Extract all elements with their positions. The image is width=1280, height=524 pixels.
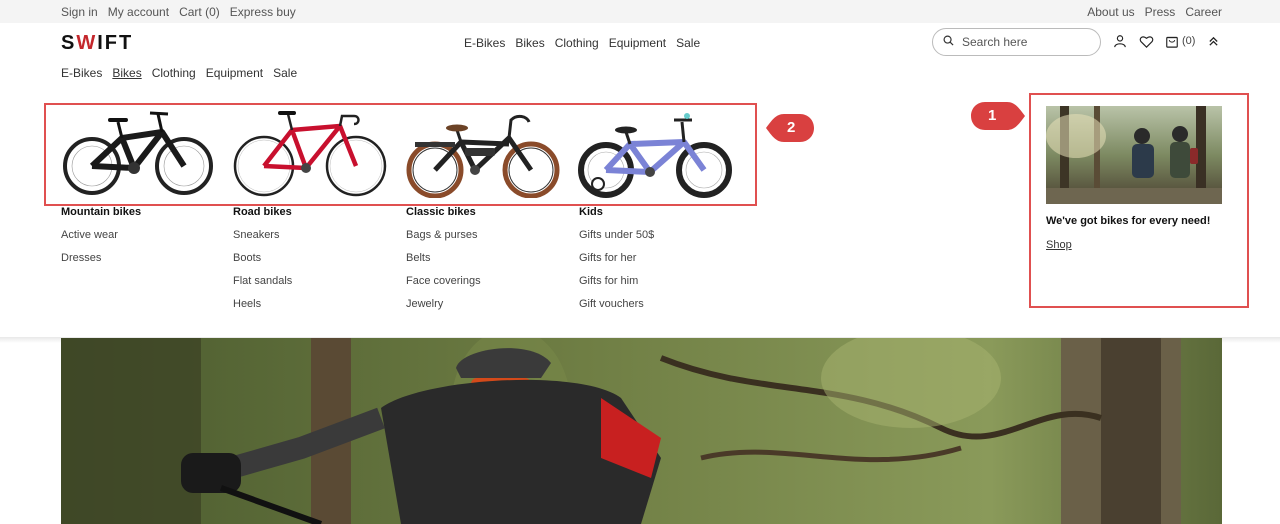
menu-link-dresses[interactable]: Dresses <box>61 252 141 264</box>
sign-in-link[interactable]: Sign in <box>61 5 98 19</box>
subnav-sale[interactable]: Sale <box>273 66 297 80</box>
express-buy-link[interactable]: Express buy <box>230 5 296 19</box>
annotation-box-promo <box>1029 93 1249 308</box>
menu-link-bags-purses[interactable]: Bags & purses <box>406 229 481 241</box>
subnav-clothing[interactable]: Clothing <box>152 66 196 80</box>
subnav-bikes[interactable]: Bikes <box>112 66 141 80</box>
utility-bar: Sign in My account Cart (0) Express buy … <box>0 0 1280 23</box>
annotation-badge-1: 1 <box>971 102 1025 130</box>
collapse-chevron-icon[interactable] <box>1205 33 1221 49</box>
main-header: SWIFT E-Bikes Bikes Clothing Equipment S… <box>0 23 1280 63</box>
menu-link-gift-vouchers[interactable]: Gift vouchers <box>579 298 654 310</box>
cart-count: (0) <box>1182 35 1196 47</box>
menu-link-flat-sandals[interactable]: Flat sandals <box>233 275 292 287</box>
nav-bikes[interactable]: Bikes <box>515 36 544 50</box>
my-account-link[interactable]: My account <box>108 5 169 19</box>
career-link[interactable]: Career <box>1185 5 1222 19</box>
main-nav: E-Bikes Bikes Clothing Equipment Sale <box>464 36 700 50</box>
road-bikes-heading[interactable]: Road bikes <box>233 206 292 218</box>
header-icons: (0) <box>1112 33 1221 49</box>
menu-column-road: Road bikes Sneakers Boots Flat sandals H… <box>233 206 292 321</box>
subnav-ebikes[interactable]: E-Bikes <box>61 66 102 80</box>
heart-icon[interactable] <box>1138 33 1154 49</box>
menu-column-classic: Classic bikes Bags & purses Belts Face c… <box>406 206 481 321</box>
utility-links-right: About us Press Career <box>1087 5 1222 19</box>
cart-link[interactable]: Cart (0) <box>179 5 220 19</box>
nav-equipment[interactable]: Equipment <box>609 36 666 50</box>
sub-nav: E-Bikes Bikes Clothing Equipment Sale <box>61 66 297 80</box>
menu-column-mountain: Mountain bikes Active wear Dresses <box>61 206 141 275</box>
subnav-equipment[interactable]: Equipment <box>206 66 263 80</box>
search-box[interactable] <box>932 28 1101 56</box>
utility-links-left: Sign in My account Cart (0) Express buy <box>61 5 296 19</box>
search-input[interactable] <box>962 35 1092 49</box>
about-us-link[interactable]: About us <box>1087 5 1134 19</box>
shopping-bag-icon <box>1164 33 1180 49</box>
nav-clothing[interactable]: Clothing <box>555 36 599 50</box>
menu-link-sneakers[interactable]: Sneakers <box>233 229 292 241</box>
menu-link-gifts-for-him[interactable]: Gifts for him <box>579 275 654 287</box>
menu-link-gifts-for-her[interactable]: Gifts for her <box>579 252 654 264</box>
menu-link-gifts-under-50[interactable]: Gifts under 50$ <box>579 229 654 241</box>
kids-heading[interactable]: Kids <box>579 206 654 218</box>
press-link[interactable]: Press <box>1145 5 1176 19</box>
annotation-box-bike-images <box>44 103 757 206</box>
menu-link-face-coverings[interactable]: Face coverings <box>406 275 481 287</box>
menu-link-boots[interactable]: Boots <box>233 252 292 264</box>
user-icon[interactable] <box>1112 33 1128 49</box>
search-icon <box>943 33 954 51</box>
cart-button[interactable]: (0) <box>1164 33 1195 49</box>
menu-link-active-wear[interactable]: Active wear <box>61 229 141 241</box>
mountain-bikes-heading[interactable]: Mountain bikes <box>61 206 141 218</box>
swift-logo[interactable]: SWIFT <box>61 32 133 55</box>
nav-sale[interactable]: Sale <box>676 36 700 50</box>
classic-bikes-heading[interactable]: Classic bikes <box>406 206 481 218</box>
menu-column-kids: Kids Gifts under 50$ Gifts for her Gifts… <box>579 206 654 321</box>
menu-link-belts[interactable]: Belts <box>406 252 481 264</box>
annotation-badge-2: 2 <box>766 114 814 142</box>
menu-link-jewelry[interactable]: Jewelry <box>406 298 481 310</box>
menu-link-heels[interactable]: Heels <box>233 298 292 310</box>
nav-ebikes[interactable]: E-Bikes <box>464 36 505 50</box>
hero-banner-image[interactable] <box>61 338 1222 524</box>
